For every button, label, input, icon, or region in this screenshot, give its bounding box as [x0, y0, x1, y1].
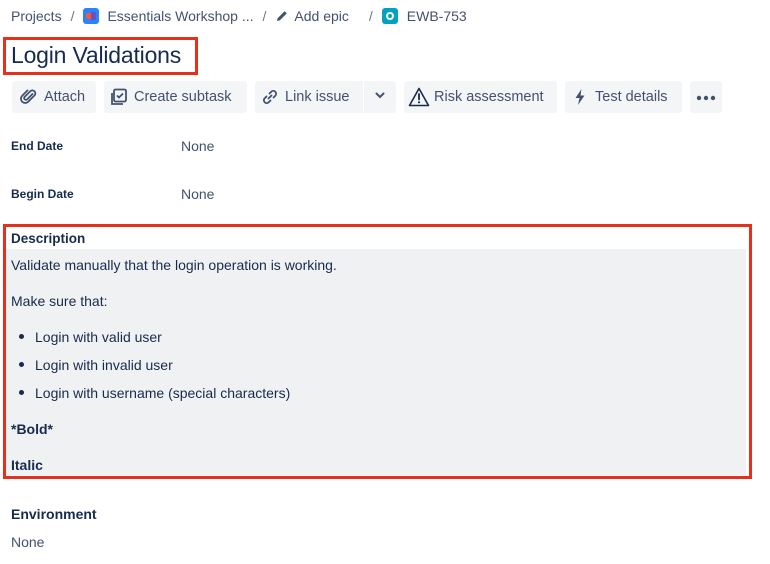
breadcrumb-add-epic[interactable]: Add epic: [275, 8, 349, 24]
link-issue-dropdown-button[interactable]: [364, 81, 396, 113]
begin-date-value[interactable]: None: [181, 186, 214, 202]
issue-type-icon: [381, 8, 398, 24]
risk-assessment-button[interactable]: Risk assessment: [404, 81, 557, 113]
link-icon: [261, 88, 279, 106]
list-bullet: [19, 390, 24, 395]
breadcrumb-epic-label: Add epic: [294, 8, 349, 24]
pencil-icon: [275, 9, 289, 23]
description-heading: Description: [11, 231, 86, 246]
attach-button[interactable]: Attach: [12, 81, 96, 113]
create-subtask-button[interactable]: Create subtask: [104, 81, 247, 113]
description-bold-text: *Bold*: [11, 421, 53, 437]
subtask-icon: [110, 88, 128, 106]
description-intro: Validate manually that the login operati…: [11, 257, 337, 273]
begin-date-label: Begin Date: [11, 187, 74, 201]
breadcrumb-issue[interactable]: EWB-753: [381, 8, 467, 24]
attach-label: Attach: [44, 89, 86, 105]
test-details-label: Test details: [595, 89, 668, 105]
end-date-value[interactable]: None: [181, 138, 214, 154]
end-date-label: End Date: [11, 139, 64, 153]
list-item: Login with username (special characters): [35, 385, 291, 401]
project-icon: [83, 8, 100, 24]
list-bullet: [19, 362, 24, 367]
description-italic-text: Italic: [11, 457, 43, 473]
link-issue-label: Link issue: [285, 89, 350, 105]
list-item: Login with valid user: [35, 329, 162, 345]
description-make-sure: Make sure that:: [11, 293, 108, 309]
breadcrumb-project[interactable]: Essentials Workshop ...: [83, 8, 254, 24]
breadcrumb-separator: /: [368, 8, 373, 24]
create-subtask-label: Create subtask: [134, 89, 232, 105]
warning-icon: [408, 87, 430, 107]
issue-title[interactable]: Login Validations: [11, 42, 181, 69]
environment-label: Environment: [11, 506, 97, 522]
breadcrumb-separator: /: [70, 8, 75, 24]
breadcrumb: Projects / Essentials Workshop ... / Add…: [11, 6, 467, 26]
link-issue-button[interactable]: Link issue: [255, 81, 363, 113]
more-icon: [696, 89, 716, 105]
lightning-icon: [571, 88, 589, 106]
breadcrumb-projects[interactable]: Projects: [11, 8, 62, 24]
paperclip-icon: [20, 88, 38, 106]
chevron-down-icon: [374, 89, 386, 105]
breadcrumb-issue-key: EWB-753: [406, 8, 467, 24]
environment-value[interactable]: None: [11, 534, 44, 550]
more-actions-button[interactable]: [690, 81, 722, 113]
breadcrumb-project-label: Essentials Workshop ...: [107, 8, 254, 24]
list-bullet: [19, 334, 24, 339]
issue-toolbar: Attach Create subtask Link issue Risk as…: [0, 81, 770, 113]
list-item: Login with invalid user: [35, 357, 173, 373]
risk-assessment-label: Risk assessment: [434, 89, 544, 105]
breadcrumb-separator: /: [262, 8, 267, 24]
test-details-button[interactable]: Test details: [565, 81, 682, 113]
